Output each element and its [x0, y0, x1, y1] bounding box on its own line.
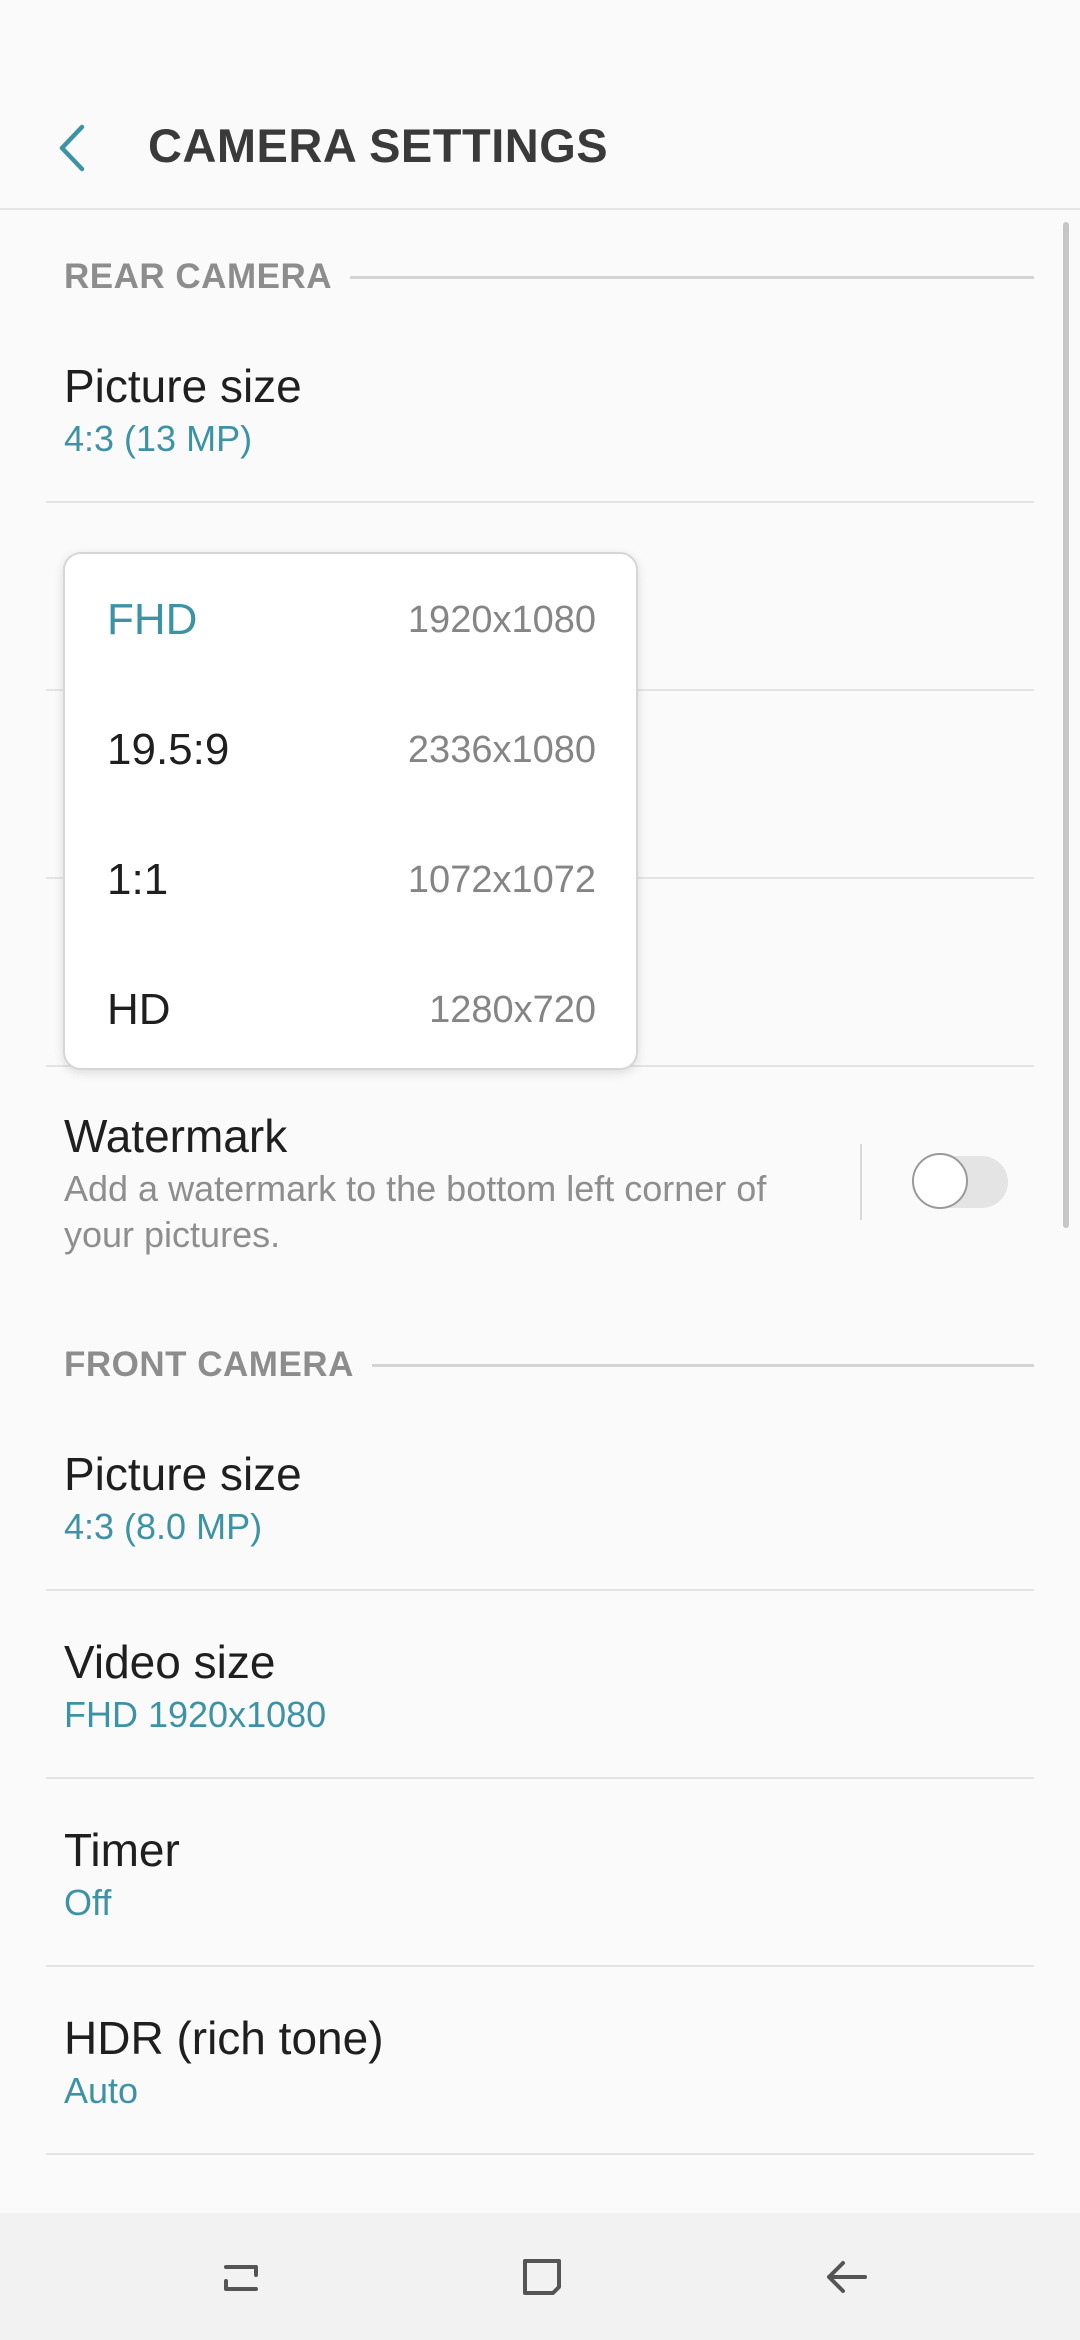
divider: [46, 1777, 1034, 1779]
setting-title: Watermark: [64, 1110, 288, 1162]
section-label: REAR CAMERA: [64, 257, 332, 296]
section-divider: [371, 1363, 1034, 1367]
front-video-size-setting[interactable]: Video size FHD 1920x1080: [64, 1634, 1034, 1738]
popup-option-hd[interactable]: HD 1280x720: [65, 945, 636, 1075]
divider: [46, 501, 1034, 503]
setting-title: HDR (rich tone): [64, 2012, 384, 2064]
home-button[interactable]: [503, 2237, 583, 2317]
setting-title: Video size: [64, 1636, 276, 1688]
toggle-knob: [912, 1153, 968, 1209]
app-header: CAMERA SETTINGS: [0, 0, 1080, 210]
option-resolution: 2336x1080: [407, 728, 596, 771]
option-label: 19.5:9: [107, 725, 230, 774]
popup-option-19-5-9[interactable]: 19.5:9 2336x1080: [65, 685, 636, 815]
recent-apps-button[interactable]: [202, 2237, 282, 2317]
setting-title: Picture size: [64, 360, 302, 412]
rear-picture-size-setting[interactable]: Picture size 4:3 (13 MP): [64, 358, 1034, 462]
setting-description: Add a watermark to the bottom left corne…: [64, 1168, 767, 1255]
setting-value: FHD 1920x1080: [64, 1694, 327, 1735]
setting-value: 4:3 (8.0 MP): [64, 1506, 263, 1547]
page-title: CAMERA SETTINGS: [148, 119, 609, 172]
video-size-popup: FHD 1920x1080 19.5:9 2336x1080 1:1 1072x…: [63, 552, 638, 1070]
divider: [46, 1589, 1034, 1591]
setting-value: Off: [64, 1882, 112, 1923]
back-nav-button[interactable]: [807, 2237, 887, 2317]
toggle-separator: [860, 1144, 862, 1220]
recent-apps-icon: [224, 2265, 258, 2291]
section-header-rear-camera: REAR CAMERA: [64, 257, 1034, 297]
hdr-setting[interactable]: HDR (rich tone) Auto: [64, 2010, 1034, 2114]
option-label: HD: [107, 985, 171, 1034]
setting-value: 4:3 (13 MP): [64, 418, 253, 459]
option-resolution: 1280x720: [429, 988, 596, 1031]
scrollbar[interactable]: [1063, 222, 1069, 1228]
section-header-front-camera: FRONT CAMERA: [64, 1345, 1034, 1385]
option-resolution: 1072x1072: [407, 858, 596, 901]
popup-option-fhd[interactable]: FHD 1920x1080: [65, 555, 636, 685]
back-arrow-icon: [827, 2261, 867, 2293]
home-icon: [523, 2259, 561, 2295]
section-label: FRONT CAMERA: [64, 1345, 354, 1384]
setting-title: Picture size: [64, 1448, 302, 1500]
watermark-toggle[interactable]: [912, 1153, 1008, 1209]
divider: [46, 2153, 1034, 2155]
section-divider: [350, 275, 1034, 279]
back-button[interactable]: [44, 116, 100, 180]
watermark-setting[interactable]: Watermark Add a watermark to the bottom …: [64, 1108, 1034, 1258]
divider: [46, 1965, 1034, 1967]
front-picture-size-setting[interactable]: Picture size 4:3 (8.0 MP): [64, 1446, 1034, 1550]
setting-value: Auto: [64, 2070, 139, 2111]
timer-setting[interactable]: Timer Off: [64, 1822, 1034, 1926]
chevron-left-icon: [59, 124, 85, 172]
option-label: FHD: [107, 595, 198, 644]
option-label: 1:1: [107, 855, 169, 904]
settings-list[interactable]: REAR CAMERA Picture size 4:3 (13 MP) Wat…: [0, 210, 1080, 2213]
setting-title: Timer: [64, 1824, 180, 1876]
option-resolution: 1920x1080: [407, 598, 596, 641]
popup-option-1-1[interactable]: 1:1 1072x1072: [65, 815, 636, 945]
system-navigation-bar: [0, 2213, 1080, 2340]
